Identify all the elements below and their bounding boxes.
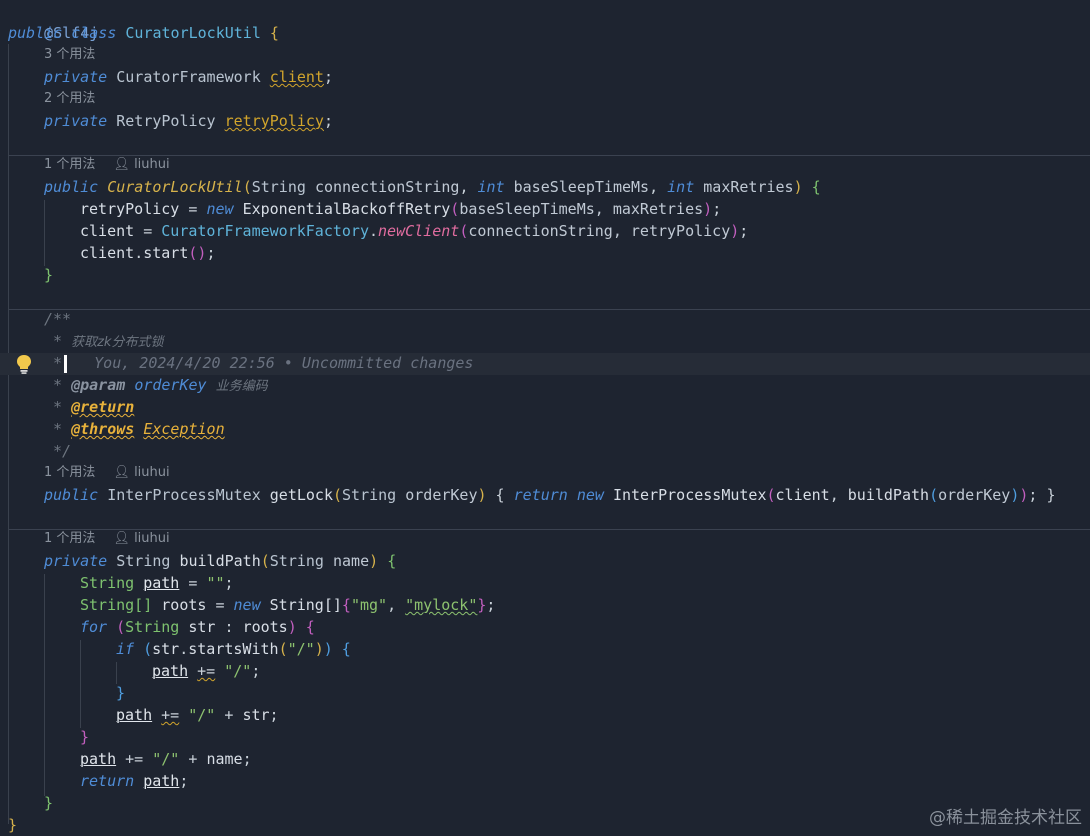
javadoc-line: */ [44, 442, 72, 460]
usage-hint[interactable]: 1 个用法 👤︎ liuhui [0, 462, 1090, 484]
code-line: private RetryPolicy retryPolicy; [44, 112, 333, 130]
code-line: } [44, 266, 54, 284]
code-line: path += "/"; [152, 662, 261, 680]
javadoc-line: * 获取zk分布式锁 [44, 332, 164, 350]
class-name: CuratorLockUtil [125, 24, 261, 42]
usage-hint[interactable]: 3 个用法 [0, 44, 1090, 66]
user-icon: 👤︎ [113, 531, 130, 546]
author: liuhui [134, 531, 170, 546]
keyword: public class [8, 24, 117, 42]
usage-hint[interactable]: 2 个用法 [0, 88, 1090, 110]
code-line: if (str.startsWith("/")) { [116, 640, 351, 658]
code-line: String path = ""; [80, 574, 234, 592]
usage-hint[interactable]: 1 个用法 👤︎ liuhui [0, 528, 1090, 550]
javadoc-line: * @param orderKey 业务编码 [44, 376, 268, 394]
field-retryPolicy: retryPolicy [224, 112, 324, 130]
code-line: public CuratorLockUtil(String connection… [44, 178, 821, 196]
code-line: for (String str : roots) { [80, 618, 315, 636]
user-icon: 👤︎ [113, 465, 130, 480]
code-line: path += "/" + name; [80, 750, 252, 768]
code-line: return path; [80, 772, 189, 790]
javadoc-line: * @throws Exception [44, 420, 225, 438]
user-icon: 👤︎ [113, 157, 130, 172]
code-line: client.start(); [80, 244, 216, 262]
code-line: } [44, 794, 54, 812]
code-line: client = CuratorFrameworkFactory.newClie… [80, 222, 749, 240]
code-line: path += "/" + str; [116, 706, 279, 724]
code-line: } [80, 728, 90, 746]
usage-hint[interactable]: 1 个用法 👤︎ liuhui [0, 154, 1090, 176]
code-line: public InterProcessMutex getLock(String … [44, 486, 1056, 504]
code-line: @Slf4j [0, 0, 1090, 42]
field-client: client [269, 68, 324, 86]
code-line: String[] roots = new String[]{"mg", "myl… [80, 596, 496, 614]
code-line: private CuratorFramework client; [44, 68, 333, 86]
code-line: public class CuratorLockUtil { [0, 22, 1090, 44]
javadoc-line: * You, 2024/4/20 22:56 • Uncommitted cha… [44, 354, 474, 373]
code-editor[interactable]: @Slf4j public class CuratorLockUtil { 3 … [0, 0, 1090, 836]
javadoc-line: * @return [44, 398, 135, 416]
blame-annotation[interactable]: You, 2024/4/20 22:56 • Uncommitted chang… [94, 354, 473, 372]
code-line: } [116, 684, 126, 702]
author: liuhui [134, 465, 170, 480]
code-line: } [8, 816, 18, 834]
javadoc-line: /** [44, 310, 72, 328]
code-line: private String buildPath(String name) { [44, 552, 397, 570]
text-caret [64, 354, 68, 373]
watermark: @稀土掘金技术社区 [929, 808, 1082, 828]
author: liuhui [134, 157, 170, 172]
brace: { [269, 24, 279, 42]
code-line: retryPolicy = new ExponentialBackoffRetr… [80, 200, 722, 218]
